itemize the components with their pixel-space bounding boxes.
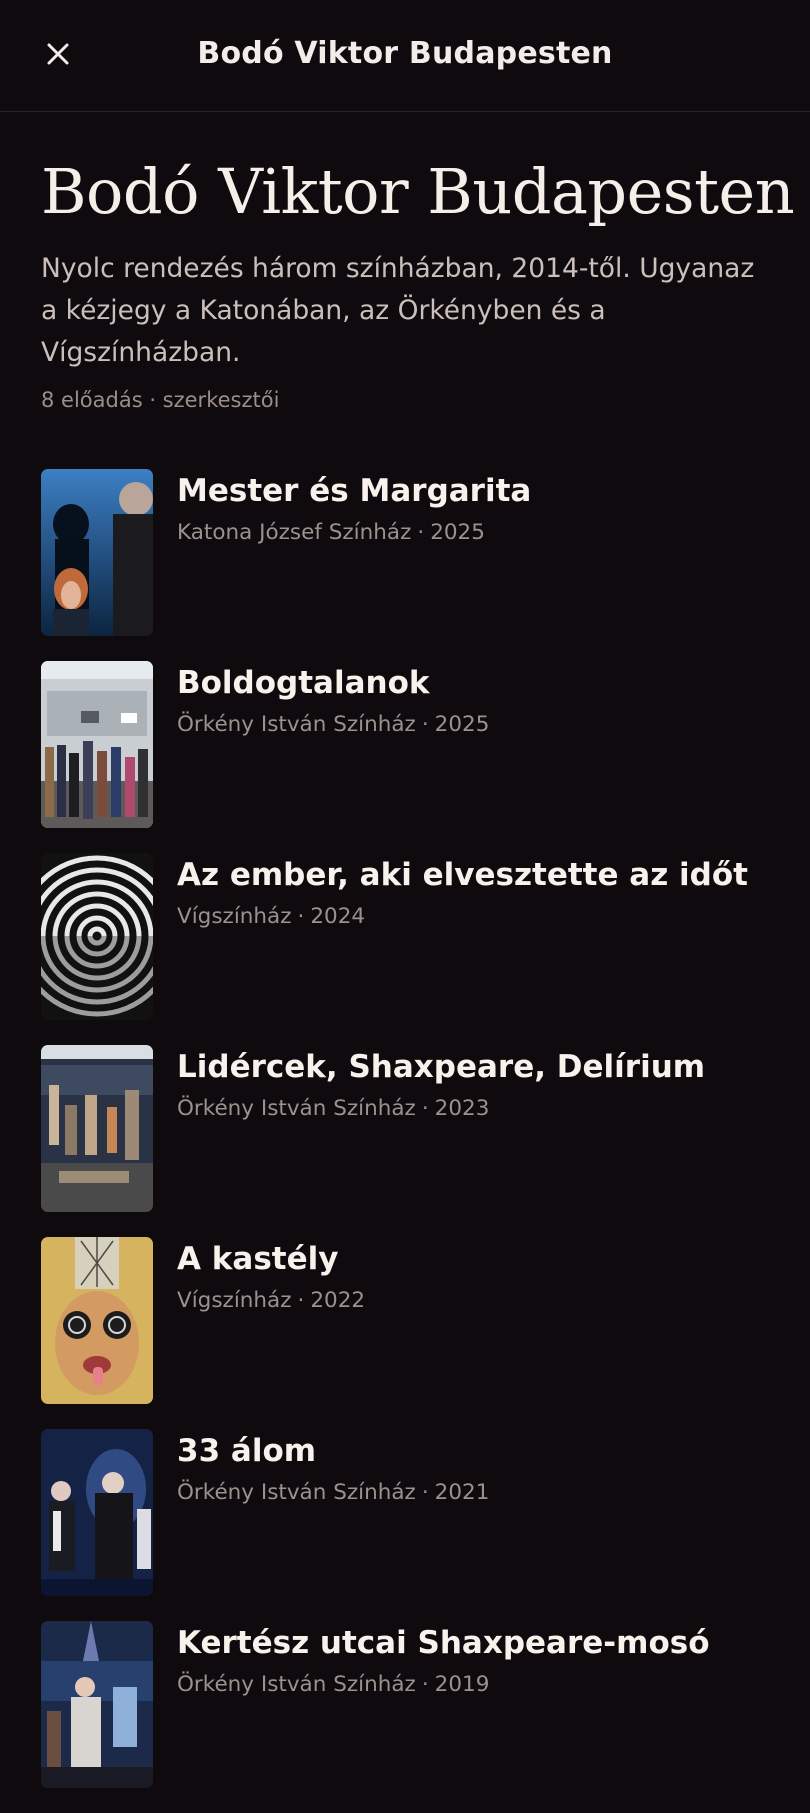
item-subtitle: Örkény István Színház · 2021 — [177, 1480, 490, 1505]
item-venue: Vígszínház — [177, 1288, 292, 1313]
item-year: 2024 — [310, 904, 366, 929]
poster-thumbnail[interactable] — [41, 1621, 153, 1788]
item-venue: Katona József Színház — [177, 520, 412, 545]
item-year: 2023 — [434, 1096, 490, 1121]
collection-meta: 8 előadás · szerkesztői — [41, 388, 280, 412]
item-year: 2025 — [434, 712, 490, 737]
poster-thumbnail[interactable] — [41, 469, 153, 636]
collection-header: Bodó Viktor Budapesten Nyolc rendezés há… — [41, 150, 795, 412]
item-subtitle: Örkény István Színház · 2025 — [177, 712, 490, 737]
item-title: Mester és Margarita — [177, 473, 532, 509]
item-subtitle: Örkény István Színház · 2023 — [177, 1096, 490, 1121]
page-title: Bodó Viktor Budapesten — [41, 155, 795, 228]
list-item[interactable]: Az ember, aki elvesztette az időt Vígszí… — [41, 853, 781, 1045]
item-title: 33 álom — [177, 1433, 317, 1469]
item-year: 2025 — [430, 520, 485, 545]
top-bar: Bodó Viktor Budapesten — [0, 0, 810, 112]
item-subtitle: Katona József Színház · 2025 — [177, 520, 485, 545]
item-title: A kastély — [177, 1241, 339, 1277]
poster-thumbnail[interactable] — [41, 1045, 153, 1212]
item-venue: Vígszínház — [177, 904, 292, 929]
item-venue: Örkény István Színház — [177, 1672, 416, 1697]
item-title: Kertész utcai Shaxpeare-mosó — [177, 1625, 710, 1661]
performance-list: Mester és Margarita Katona József Színhá… — [41, 469, 781, 1813]
item-title: Boldogtalanok — [177, 665, 430, 701]
poster-thumbnail[interactable] — [41, 661, 153, 828]
item-venue: Örkény István Színház — [177, 1096, 416, 1121]
list-item[interactable]: 33 álom Örkény István Színház · 2021 — [41, 1429, 781, 1621]
item-title: Az ember, aki elvesztette az időt — [177, 857, 748, 893]
poster-thumbnail[interactable] — [41, 1429, 153, 1596]
item-subtitle: Vígszínház · 2022 — [177, 1288, 366, 1313]
item-subtitle: Örkény István Színház · 2019 — [177, 1672, 490, 1697]
list-item[interactable]: Lidércek, Shaxpeare, Delírium Örkény Ist… — [41, 1045, 781, 1237]
topbar-title: Bodó Viktor Budapesten — [197, 36, 613, 71]
item-year: 2019 — [434, 1672, 490, 1697]
poster-thumbnail[interactable] — [41, 1237, 153, 1404]
item-venue: Örkény István Színház — [177, 712, 416, 737]
list-item[interactable]: A kastély Vígszínház · 2022 — [41, 1237, 781, 1429]
item-year: 2021 — [434, 1480, 490, 1505]
list-item[interactable]: Boldogtalanok Örkény István Színház · 2025 — [41, 661, 781, 853]
item-year: 2022 — [310, 1288, 366, 1313]
item-title: Lidércek, Shaxpeare, Delírium — [177, 1049, 706, 1085]
list-item[interactable]: Mester és Margarita Katona József Színhá… — [41, 469, 781, 661]
page-subtitle: Nyolc rendezés három színházban, 2014-tő… — [41, 253, 755, 368]
item-venue: Örkény István Színház — [177, 1480, 416, 1505]
poster-thumbnail[interactable] — [41, 853, 153, 1020]
item-subtitle: Vígszínház · 2024 — [177, 904, 366, 929]
list-item[interactable]: Kertész utcai Shaxpeare-mosó Örkény Istv… — [41, 1621, 781, 1813]
